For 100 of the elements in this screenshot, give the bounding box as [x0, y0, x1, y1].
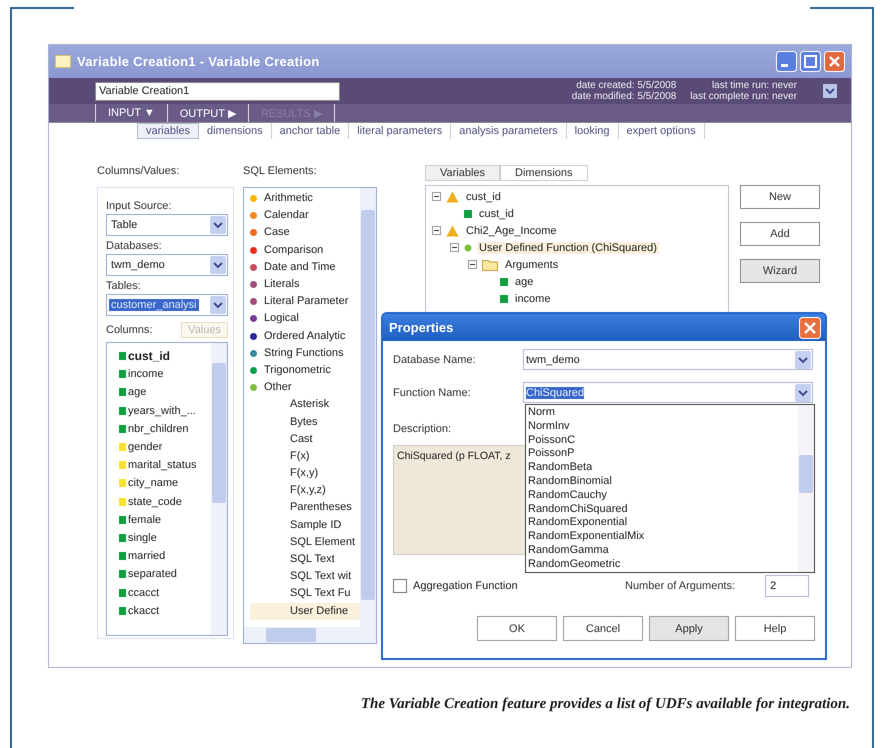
chevron-down-icon[interactable] [823, 84, 837, 98]
collapse-icon[interactable] [450, 243, 459, 252]
tree-item[interactable]: User Defined Function (ChiSquared) [477, 242, 659, 254]
collapse-icon[interactable] [432, 226, 441, 235]
column-item[interactable]: nbr_children [119, 420, 211, 438]
sql-element[interactable]: Sample ID [250, 516, 360, 534]
column-item[interactable]: gender [119, 438, 211, 456]
dropdown-option[interactable]: RandomBinomial [528, 474, 798, 488]
sql-category[interactable]: String Functions [250, 344, 360, 362]
sql-category[interactable]: Ordered Analytic [250, 328, 360, 345]
action-button[interactable]: New [740, 185, 820, 209]
field-label: Description: [393, 423, 452, 435]
arguments-field[interactable]: 2 [765, 575, 810, 597]
sql-element[interactable]: Asterisk [250, 396, 360, 414]
date-created: date created: 5/5/2008 [576, 80, 676, 91]
scrollbar[interactable] [798, 405, 814, 572]
sql-element[interactable]: Cast [250, 430, 360, 448]
tree-item[interactable]: Arguments [503, 258, 560, 270]
column-item[interactable]: years_with_... [119, 402, 211, 420]
sql-element[interactable]: SQL Text Fu [250, 585, 360, 602]
dropdown-option[interactable]: RandomChiSquared [528, 502, 798, 516]
dropdown-option[interactable]: RandomExponentialMix [528, 529, 798, 543]
dialog-button[interactable]: OK [477, 616, 557, 641]
sql-category[interactable]: Arithmetic [250, 190, 360, 208]
scrollbar[interactable] [244, 627, 376, 643]
description-text: ChiSquared (p FLOAT, z [397, 450, 511, 462]
dropdown-option[interactable]: RandomGamma [528, 542, 798, 557]
scrollbar[interactable] [211, 343, 227, 635]
sql-category[interactable]: Trigonometric [250, 362, 360, 380]
sql-element[interactable]: SQL Text [250, 550, 360, 568]
tree-item[interactable]: age [513, 276, 536, 288]
checkbox[interactable] [393, 579, 407, 593]
chevron-down-icon[interactable] [795, 350, 811, 368]
column-item[interactable]: age [119, 383, 211, 402]
column-item[interactable]: city_name [119, 474, 211, 492]
sql-element[interactable]: F(x,y) [250, 465, 360, 482]
tree-item[interactable]: Chi2_Age_Income [464, 224, 559, 236]
chevron-down-icon[interactable] [210, 296, 226, 314]
dropdown-option[interactable]: Norm [528, 405, 798, 419]
scrollbar[interactable] [360, 188, 376, 627]
name-field[interactable]: Variable Creation1 [95, 82, 340, 100]
sql-element[interactable]: Parentheses [250, 499, 360, 517]
dropdown-option[interactable]: PoissonP [528, 446, 798, 460]
dropdown-option[interactable]: RandomBeta [528, 460, 798, 474]
sql-category[interactable]: Calendar [250, 207, 360, 224]
column-item[interactable]: ckacct [119, 602, 211, 620]
dropdown-option[interactable]: RandomGeometric [528, 556, 798, 571]
action-button[interactable]: Wizard [740, 259, 820, 283]
sql-category[interactable]: Logical [250, 310, 360, 328]
collapse-icon[interactable] [432, 192, 441, 201]
sql-category[interactable]: Other [250, 379, 360, 396]
sql-element[interactable]: User Define [250, 602, 360, 620]
nav-tab[interactable]: OUTPUT ▶ [166, 104, 249, 122]
sql-element[interactable]: Bytes [250, 413, 360, 431]
dropdown-field[interactable]: twm_demo [523, 349, 813, 370]
chevron-down-icon[interactable] [210, 216, 226, 234]
column-item[interactable]: ccacct [119, 583, 211, 602]
maximize-icon[interactable] [800, 51, 821, 72]
tab[interactable]: Variables [425, 165, 500, 181]
action-button[interactable]: Add [740, 222, 820, 246]
dropdown-field[interactable]: customer_analysi [106, 294, 228, 316]
nav-tab[interactable]: INPUT ▼ [95, 104, 168, 122]
dropdown-option[interactable]: RandomExponential [528, 515, 798, 530]
column-item[interactable]: state_code [119, 492, 211, 511]
sql-category[interactable]: Date and Time [250, 258, 360, 276]
tree-item[interactable]: income [513, 292, 552, 304]
close-icon[interactable] [799, 316, 821, 338]
dropdown-option[interactable]: PoissonC [528, 432, 798, 446]
dropdown-field[interactable]: ChiSquared [523, 382, 813, 403]
section-tab[interactable]: variables [137, 123, 200, 139]
sql-element[interactable]: SQL Text wit [250, 568, 360, 586]
chevron-down-icon[interactable] [210, 256, 226, 274]
minimize-icon[interactable] [776, 51, 797, 72]
column-item[interactable]: marital_status [119, 456, 211, 474]
dialog-button[interactable]: Cancel [563, 616, 643, 641]
collapse-icon[interactable] [468, 260, 477, 269]
column-item[interactable]: female [119, 510, 211, 529]
sql-category[interactable]: Literal Parameter [250, 293, 360, 310]
dropdown-option[interactable]: RandomCauchy [528, 488, 798, 502]
tab[interactable]: Dimensions [500, 165, 588, 181]
sql-category[interactable]: Comparison [250, 242, 360, 259]
sql-category[interactable]: Case [250, 224, 360, 242]
sql-element[interactable]: SQL Element [250, 534, 360, 551]
dialog-button[interactable]: Apply [649, 616, 729, 641]
tree-item[interactable]: cust_id [464, 190, 503, 202]
chevron-down-icon[interactable] [795, 384, 811, 402]
close-icon[interactable] [824, 51, 845, 72]
dropdown-option[interactable]: NormInv [528, 418, 798, 433]
sql-category[interactable]: Literals [250, 276, 360, 294]
dropdown-field[interactable]: twm_demo [106, 254, 228, 276]
column-item[interactable]: single [119, 528, 211, 548]
sql-element[interactable]: F(x,y,z) [250, 482, 360, 500]
column-item[interactable]: married [119, 547, 211, 566]
sql-element[interactable]: F(x) [250, 448, 360, 465]
column-item[interactable]: separated [119, 565, 211, 584]
dialog-button[interactable]: Help [735, 616, 815, 641]
tree-item[interactable]: cust_id [477, 208, 516, 220]
dropdown-field[interactable]: Table [106, 214, 228, 236]
column-item[interactable]: cust_id [119, 347, 211, 366]
column-item[interactable]: income [119, 365, 211, 384]
